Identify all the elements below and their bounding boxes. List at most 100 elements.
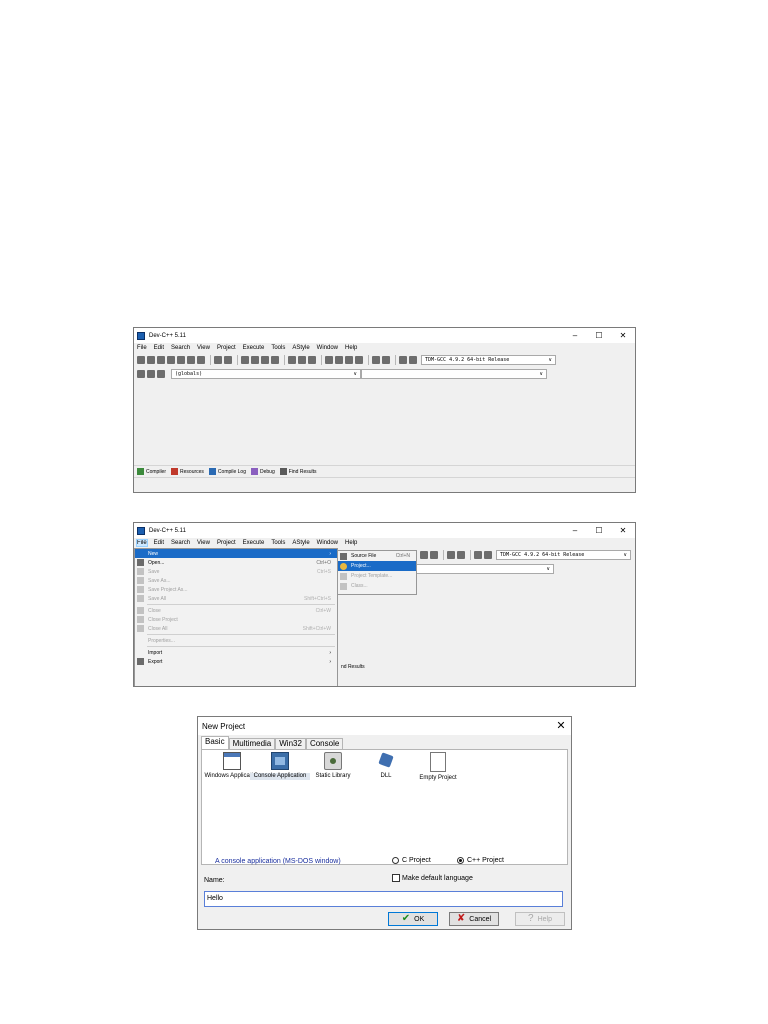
undo-icon[interactable] <box>214 356 222 364</box>
toggle-comment-icon[interactable] <box>308 356 316 364</box>
project-name-input[interactable]: Hello <box>204 891 563 907</box>
menu-item-save-all[interactable]: Save All Shift+Ctrl+S <box>135 594 337 603</box>
menu-tools[interactable]: Tools <box>271 540 285 546</box>
profile-delete-icon[interactable] <box>409 356 417 364</box>
members-select[interactable] <box>361 369 547 379</box>
find-results-tab-fragment[interactable]: nd Results <box>341 664 365 670</box>
menu-search[interactable]: Search <box>171 345 190 351</box>
menu-execute[interactable]: Execute <box>243 345 265 351</box>
check-icon[interactable] <box>447 551 455 559</box>
menu-item-export[interactable]: Export › <box>135 657 337 666</box>
menu-astyle[interactable]: AStyle <box>292 540 309 546</box>
menu-view[interactable]: View <box>197 345 210 351</box>
profile-delete-icon[interactable] <box>484 551 492 559</box>
menu-item-save-project-as[interactable]: Save Project As... <box>135 585 337 594</box>
run-icon[interactable] <box>335 356 343 364</box>
menu-project[interactable]: Project <box>217 540 236 546</box>
template-console-application[interactable]: Console Application <box>250 752 310 780</box>
save-icon[interactable] <box>157 356 165 364</box>
compile-run-icon[interactable] <box>345 356 353 364</box>
minimize-button[interactable]: – <box>563 523 587 538</box>
menu-edit[interactable]: Edit <box>154 345 164 351</box>
tab-basic[interactable]: Basic <box>201 736 229 749</box>
print-icon[interactable] <box>197 356 205 364</box>
rebuild-icon[interactable] <box>355 356 363 364</box>
submenu-item-project[interactable]: Project... <box>338 561 416 571</box>
menu-window[interactable]: Window <box>317 540 338 546</box>
unindent-icon[interactable] <box>298 356 306 364</box>
profile-icon[interactable] <box>399 356 407 364</box>
maximize-button[interactable]: ☐ <box>587 328 611 343</box>
menu-item-close-project[interactable]: Close Project <box>135 615 337 624</box>
submenu-item-source-file[interactable]: Source File Ctrl+N <box>338 551 416 561</box>
menu-item-import[interactable]: Import › <box>135 648 337 657</box>
template-dll[interactable]: DLL <box>356 752 416 780</box>
menu-project[interactable]: Project <box>217 345 236 351</box>
members-select[interactable] <box>414 564 554 574</box>
indent-icon[interactable] <box>288 356 296 364</box>
dialog-close-button[interactable]: ✕ <box>551 717 571 735</box>
menu-item-properties[interactable]: Properties... <box>135 636 337 645</box>
compiler-select[interactable]: TDM-GCC 4.9.2 64-bit Release <box>421 355 556 365</box>
tab-multimedia[interactable]: Multimedia <box>228 738 276 749</box>
check-icon[interactable] <box>372 356 380 364</box>
tab-debug[interactable]: Debug <box>251 468 275 475</box>
menu-item-new[interactable]: New › <box>135 549 337 558</box>
close-icon[interactable] <box>177 356 185 364</box>
compile-icon[interactable] <box>325 356 333 364</box>
close-button[interactable]: ✕ <box>611 523 635 538</box>
tab-console[interactable]: Console <box>305 738 344 749</box>
replace-icon[interactable] <box>251 356 259 364</box>
menu-file[interactable]: File <box>136 539 148 547</box>
cancel-button[interactable]: ✘ Cancel <box>449 912 499 926</box>
close-button[interactable]: ✕ <box>611 328 635 343</box>
menu-execute[interactable]: Execute <box>243 540 265 546</box>
menu-item-save-as[interactable]: Save As... <box>135 576 337 585</box>
menu-item-close-all[interactable]: Close All Shift+Ctrl+W <box>135 624 337 633</box>
menu-item-save[interactable]: Save Ctrl+S <box>135 567 337 576</box>
tab-win32[interactable]: Win32 <box>275 738 306 749</box>
menu-window[interactable]: Window <box>317 345 338 351</box>
redo-icon[interactable] <box>224 356 232 364</box>
open-icon[interactable] <box>147 356 155 364</box>
radio-c-project[interactable]: C Project <box>392 857 431 864</box>
editor-area[interactable] <box>134 381 635 465</box>
template-empty-project[interactable]: Empty Project <box>408 752 468 782</box>
tab-find-results[interactable]: Find Results <box>279 468 317 475</box>
submenu-item-class[interactable]: Class... <box>338 581 416 591</box>
menu-item-open[interactable]: Open... Ctrl+O <box>135 558 337 567</box>
insert-icon[interactable] <box>137 370 145 378</box>
maximize-button[interactable]: ☐ <box>587 523 611 538</box>
menu-help[interactable]: Help <box>345 345 357 351</box>
new-file-icon[interactable] <box>137 356 145 364</box>
save-all-icon[interactable] <box>167 356 175 364</box>
submenu-item-project-template[interactable]: Project Template... <box>338 571 416 581</box>
tab-compiler[interactable]: Compiler <box>137 468 166 475</box>
menu-edit[interactable]: Edit <box>154 540 164 546</box>
menu-file[interactable]: File <box>137 345 147 351</box>
find-next-icon[interactable] <box>261 356 269 364</box>
bookmark-icon[interactable] <box>157 370 165 378</box>
find-icon[interactable] <box>241 356 249 364</box>
profile-icon[interactable] <box>474 551 482 559</box>
menu-help[interactable]: Help <box>345 540 357 546</box>
close-all-icon[interactable] <box>187 356 195 364</box>
tab-compile-log[interactable]: Compile Log <box>208 468 246 475</box>
compiler-select[interactable]: TDM-GCC 4.9.2 64-bit Release <box>496 550 631 560</box>
template-static-library[interactable]: Static Library <box>303 752 363 780</box>
help-button[interactable]: ? Help <box>515 912 565 926</box>
menu-astyle[interactable]: AStyle <box>292 345 309 351</box>
menu-search[interactable]: Search <box>171 540 190 546</box>
run-icon[interactable] <box>430 551 438 559</box>
compile-icon[interactable] <box>420 551 428 559</box>
radio-cpp-project[interactable]: C++ Project <box>457 857 504 864</box>
menu-view[interactable]: View <box>197 540 210 546</box>
menu-tools[interactable]: Tools <box>271 345 285 351</box>
scope-select[interactable]: (globals) <box>171 369 361 379</box>
make-default-language-checkbox[interactable]: Make default language <box>392 874 473 882</box>
ok-button[interactable]: ✔ OK <box>388 912 438 926</box>
stop-icon[interactable] <box>457 551 465 559</box>
goto-line-icon[interactable] <box>271 356 279 364</box>
minimize-button[interactable]: – <box>563 328 587 343</box>
tab-resources[interactable]: Resources <box>171 468 204 475</box>
